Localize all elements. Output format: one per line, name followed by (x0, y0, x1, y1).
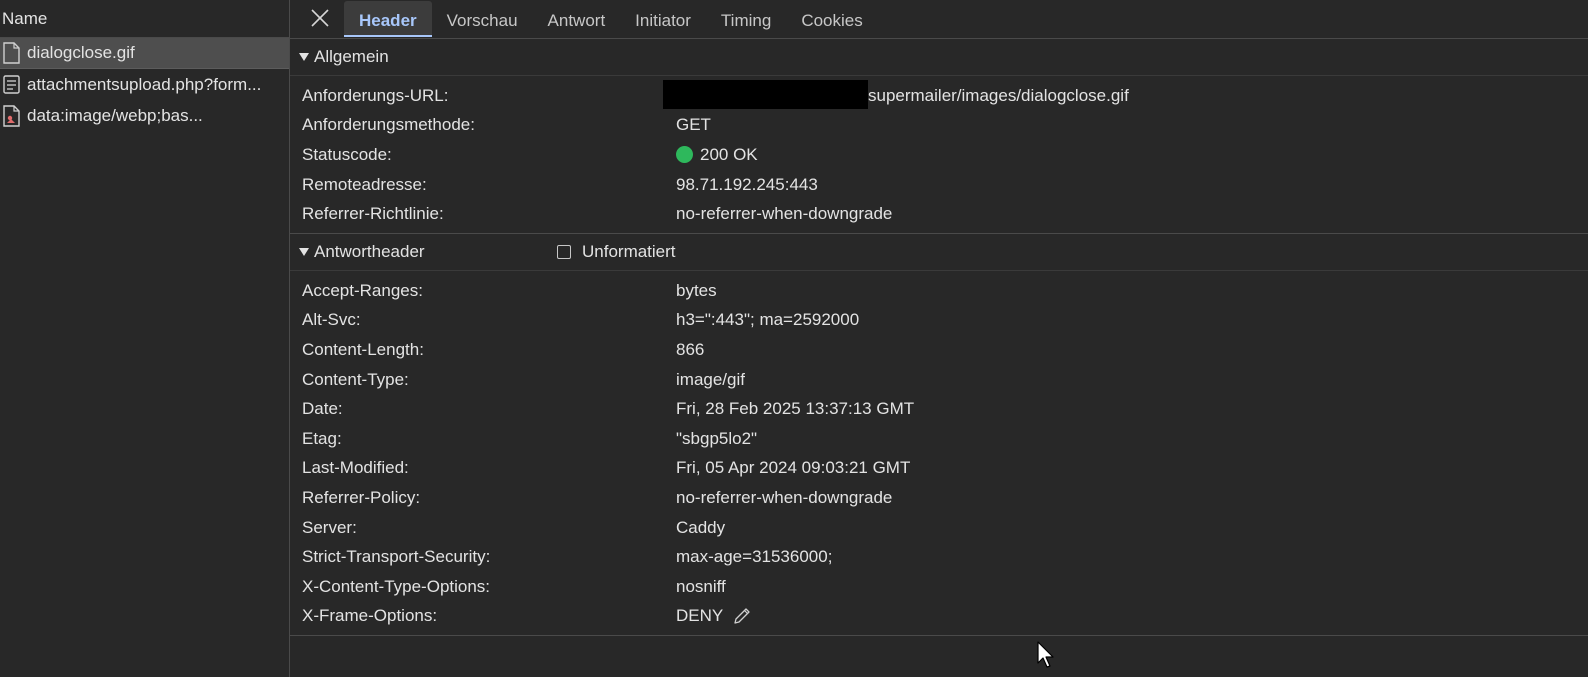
header-key: Referrer-Policy: (302, 487, 421, 507)
response-header-row: Strict-Transport-Security: max-age=31536… (290, 542, 1588, 572)
header-value: supermailer/images/dialogclose.gif (663, 80, 1129, 110)
general-row-url: Anforderungs-URL: supermailer/images/dia… (290, 80, 1588, 111)
request-label: data:image/webp;bas... (27, 105, 203, 125)
header-value: "sbgp5lo2" (676, 428, 758, 448)
general-row-method: Anforderungsmethode: GET (290, 111, 1588, 141)
header-key: Etag: (302, 428, 342, 448)
header-key: Last-Modified: (302, 458, 409, 478)
tab-response[interactable]: Antwort (533, 1, 621, 37)
response-headers-section-header[interactable]: Antwortheader Unformatiert (290, 234, 1588, 271)
request-row-dialogclose[interactable]: dialogclose.gif (0, 38, 289, 69)
raw-label: Unformatiert (582, 241, 676, 261)
header-value: image/gif (676, 369, 745, 389)
header-value: 866 (676, 339, 705, 359)
response-header-row: X-Content-Type-Options: nosniff (290, 572, 1588, 602)
header-key: Remoteadresse: (302, 174, 427, 194)
header-key: Server: (302, 517, 357, 537)
general-row-status: Statuscode: 200 OK (290, 140, 1588, 170)
status-code-value: 200 OK (700, 144, 758, 164)
request-label: attachmentsupload.php?form... (27, 74, 262, 94)
general-section-title: Allgemein (314, 47, 389, 66)
response-header-row: X-Frame-Options: DENY (290, 602, 1588, 632)
header-value: 98.71.192.245:443 (676, 174, 818, 194)
header-key: Date: (302, 399, 343, 419)
header-value: GET (676, 115, 711, 135)
image-file-icon (3, 104, 20, 127)
header-key: Content-Type: (302, 369, 409, 389)
header-key: Accept-Ranges: (302, 280, 423, 300)
general-row-remote: Remoteadresse: 98.71.192.245:443 (290, 170, 1588, 200)
header-value: nosniff (676, 576, 726, 596)
response-header-row: Last-Modified: Fri, 05 Apr 2024 09:03:21… (290, 454, 1588, 484)
tab-timing[interactable]: Timing (706, 1, 786, 37)
general-section-header[interactable]: Allgemein (290, 39, 1588, 76)
response-header-row: Content-Length: 866 (290, 335, 1588, 365)
request-label: dialogclose.gif (27, 43, 135, 62)
mouse-pointer-icon (1037, 641, 1054, 668)
tab-strip: Header Vorschau Antwort Initiator Timing… (344, 1, 878, 38)
header-key: Referrer-Richtlinie: (302, 204, 444, 224)
header-key: X-Content-Type-Options: (302, 576, 491, 596)
header-value: 200 OK (676, 145, 758, 165)
tab-header[interactable]: Header (344, 1, 432, 37)
header-key: X-Frame-Options: (302, 606, 438, 626)
redaction-block (663, 80, 868, 110)
response-header-row: Content-Type: image/gif (290, 365, 1588, 395)
expand-triangle-icon (299, 247, 309, 256)
status-ok-icon (676, 146, 693, 164)
header-key: Strict-Transport-Security: (302, 547, 491, 567)
raw-toggle[interactable]: Unformatiert (557, 242, 676, 262)
header-value: no-referrer-when-downgrade (676, 204, 893, 224)
header-value: max-age=31536000; (676, 547, 833, 567)
expand-triangle-icon (299, 53, 309, 61)
raw-checkbox[interactable] (557, 244, 571, 259)
header-key: Content-Length: (302, 339, 424, 359)
response-header-row: Server: Caddy (290, 513, 1588, 543)
header-key: Statuscode: (302, 144, 392, 164)
tab-preview[interactable]: Vorschau (432, 1, 533, 37)
response-headers-list: Accept-Ranges: bytes Alt-Svc: h3=":443";… (290, 271, 1588, 635)
header-value: Caddy (676, 517, 726, 537)
header-key: Anforderungsmethode: (302, 115, 475, 135)
response-header-row: Date: Fri, 28 Feb 2025 13:37:13 GMT (290, 394, 1588, 424)
response-headers-title: Antwortheader (314, 241, 425, 261)
request-list-pane: Name dialogclose.gif attachmentsupload.p… (0, 0, 290, 677)
header-value: h3=":443"; ma=2592000 (676, 310, 860, 330)
general-row-referrer: Referrer-Richtlinie: no-referrer-when-do… (290, 199, 1588, 229)
request-url-value: supermailer/images/dialogclose.gif (868, 85, 1129, 105)
response-header-row: Referrer-Policy: no-referrer-when-downgr… (290, 483, 1588, 513)
request-row-attachmentsupload[interactable]: attachmentsupload.php?form... (0, 69, 289, 100)
request-row-data-image[interactable]: data:image/webp;bas... (0, 100, 289, 131)
document-icon (3, 42, 20, 64)
tab-initiator[interactable]: Initiator (620, 1, 706, 37)
page-list-icon (3, 74, 20, 94)
request-details-pane: Header Vorschau Antwort Initiator Timing… (290, 0, 1588, 677)
header-key: Alt-Svc: (302, 310, 361, 330)
header-value: Fri, 28 Feb 2025 13:37:13 GMT (676, 399, 915, 419)
section-divider (290, 635, 1588, 637)
name-column-header[interactable]: Name (0, 0, 289, 38)
response-header-row: Accept-Ranges: bytes (290, 276, 1588, 306)
details-tabbar: Header Vorschau Antwort Initiator Timing… (290, 0, 1588, 39)
pencil-icon[interactable] (732, 606, 752, 626)
tab-cookies[interactable]: Cookies (786, 1, 877, 37)
response-header-row: Etag: "sbgp5lo2" (290, 424, 1588, 454)
header-value: DENY (676, 606, 752, 626)
header-value: no-referrer-when-downgrade (676, 487, 893, 507)
header-value: Fri, 05 Apr 2024 09:03:21 GMT (676, 458, 911, 478)
x-frame-options-value: DENY (676, 606, 724, 626)
response-header-row: Alt-Svc: h3=":443"; ma=2592000 (290, 306, 1588, 336)
header-value: bytes (676, 280, 717, 300)
general-list: Anforderungs-URL: supermailer/images/dia… (290, 76, 1588, 233)
header-key: Anforderungs-URL: (302, 85, 449, 105)
close-icon[interactable] (308, 6, 332, 30)
